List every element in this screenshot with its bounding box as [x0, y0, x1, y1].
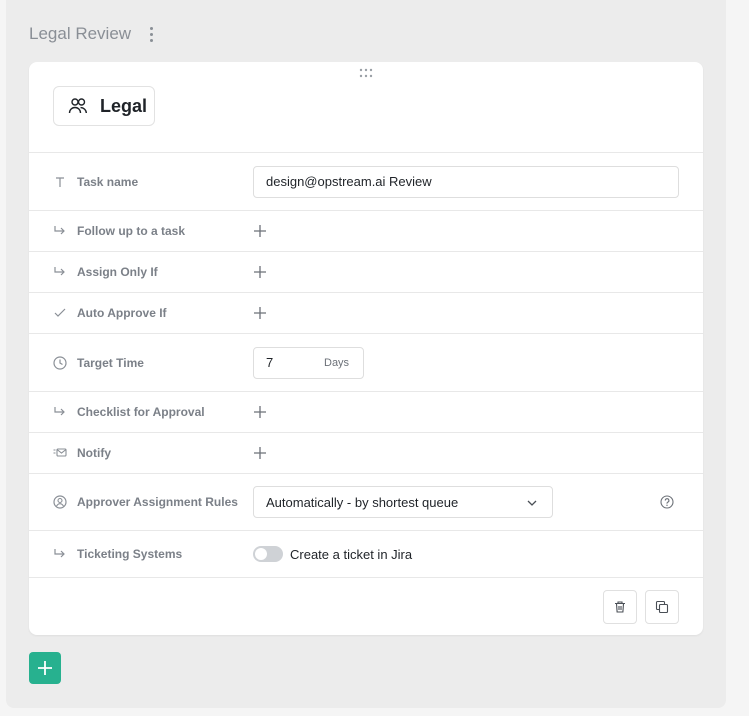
add-follow-up-icon[interactable]	[253, 224, 267, 238]
row-auto-approve-if: Auto Approve If	[29, 292, 703, 333]
assign-only-if-label: Assign Only If	[77, 265, 158, 279]
section-title: Legal Review	[29, 24, 132, 43]
add-checklist-icon[interactable]	[253, 405, 267, 419]
team-chip-label: Legal	[100, 95, 148, 116]
add-notify-icon[interactable]	[253, 446, 267, 460]
row-task-name: Task name	[29, 152, 703, 210]
row-approver-rules: Approver Assignment Rules Automatically …	[29, 473, 703, 530]
trash-icon	[615, 601, 625, 613]
task-name-input[interactable]	[253, 165, 679, 198]
text-icon	[56, 176, 64, 187]
row-notify: Notify	[29, 432, 703, 473]
copy-icon	[655, 600, 669, 614]
approver-rules-label: Approver Assignment Rules	[77, 495, 238, 509]
users-icon	[68, 98, 87, 114]
mail-notify-icon	[53, 448, 67, 457]
help-icon[interactable]	[660, 495, 674, 509]
check-icon	[54, 308, 66, 317]
row-assign-only-if: Assign Only If	[29, 251, 703, 292]
section-header: Legal Review	[29, 22, 157, 46]
subdirectory-arrow-icon	[54, 226, 65, 235]
duplicate-button[interactable]	[645, 590, 679, 624]
notify-label: Notify	[77, 446, 111, 460]
plus-icon	[38, 661, 52, 675]
target-time-input[interactable]: 7 Days	[253, 346, 364, 379]
subdirectory-arrow-icon	[54, 549, 65, 558]
delete-button[interactable]	[603, 590, 637, 624]
row-target-time: Target Time 7 Days	[29, 333, 703, 391]
footer-divider	[29, 577, 703, 578]
task-name-label: Task name	[77, 174, 139, 189]
add-assign-condition-icon[interactable]	[253, 265, 267, 279]
row-checklist: Checklist for Approval	[29, 391, 703, 432]
add-task-button[interactable]	[29, 652, 61, 684]
jira-toggle-label: Create a ticket in Jira	[290, 546, 413, 562]
team-chip[interactable]: Legal	[53, 86, 155, 126]
row-follow-up: Follow up to a task	[29, 210, 703, 251]
target-time-unit: Days	[324, 356, 350, 369]
row-ticketing: Ticketing Systems Create a ticket in Jir…	[29, 530, 703, 577]
user-circle-icon	[53, 495, 67, 509]
add-auto-approve-icon[interactable]	[253, 306, 267, 320]
subdirectory-arrow-icon	[54, 267, 65, 276]
approver-rules-value: Automatically - by shortest queue	[266, 494, 459, 510]
more-options-icon[interactable]	[145, 24, 157, 44]
chevron-down-icon	[527, 500, 537, 506]
target-time-label: Target Time	[77, 355, 144, 370]
target-time-value: 7	[266, 355, 274, 370]
jira-toggle[interactable]	[253, 546, 283, 562]
drag-handle-icon[interactable]	[359, 68, 373, 78]
clock-icon	[53, 355, 67, 370]
auto-approve-if-label: Auto Approve If	[77, 306, 167, 320]
task-card: Legal Task name Follow up to a task Assi…	[29, 62, 703, 635]
checklist-label: Checklist for Approval	[77, 405, 205, 419]
follow-up-label: Follow up to a task	[77, 224, 186, 238]
ticketing-label: Ticketing Systems	[77, 547, 183, 561]
approver-rules-select[interactable]: Automatically - by shortest queue	[253, 486, 553, 518]
subdirectory-arrow-icon	[54, 407, 65, 416]
